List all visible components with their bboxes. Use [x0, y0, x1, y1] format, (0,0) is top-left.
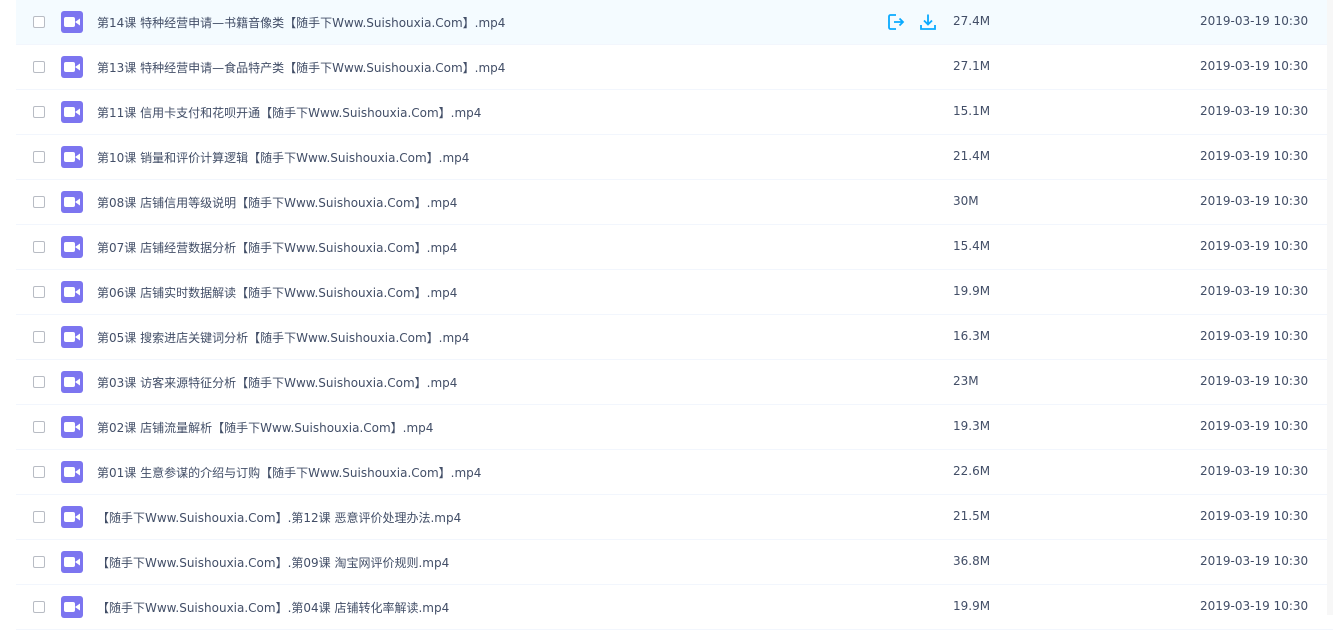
file-name-link[interactable]: 第01课 生意参谋的介绍与订购【随手下Www.Suishouxia.Com】.m… [97, 464, 481, 481]
file-row[interactable]: 第01课 生意参谋的介绍与订购【随手下Www.Suishouxia.Com】.m… [16, 450, 1333, 495]
row-checkbox[interactable] [33, 376, 45, 388]
file-size: 19.3M [953, 419, 991, 433]
video-file-icon [61, 506, 83, 528]
video-file-icon [61, 146, 83, 168]
file-row[interactable]: 第02课 店铺流量解析【随手下Www.Suishouxia.Com】.mp4 19… [16, 405, 1333, 450]
file-name-link[interactable]: 【随手下Www.Suishouxia.Com】.第12课 恶意评价处理办法.mp… [97, 509, 461, 526]
file-modified-date: 2019-03-19 10:30 [1200, 464, 1309, 478]
file-row[interactable]: 【随手下Www.Suishouxia.Com】.第04课 店铺转化率解读.mp4… [16, 585, 1333, 630]
file-modified-date: 2019-03-19 10:30 [1200, 194, 1309, 208]
video-file-icon [61, 191, 83, 213]
file-name-link[interactable]: 第05课 搜索进店关键词分析【随手下Www.Suishouxia.Com】.mp… [97, 329, 469, 346]
file-size: 19.9M [953, 284, 991, 298]
file-size: 16.3M [953, 329, 991, 343]
file-name-link[interactable]: 第02课 店铺流量解析【随手下Www.Suishouxia.Com】.mp4 [97, 419, 433, 436]
file-modified-date: 2019-03-19 10:30 [1200, 554, 1309, 568]
video-file-icon [61, 101, 83, 123]
file-name-link[interactable]: 第11课 信用卡支付和花呗开通【随手下Www.Suishouxia.Com】.m… [97, 104, 481, 121]
file-row[interactable]: 第06课 店铺实时数据解读【随手下Www.Suishouxia.Com】.mp4… [16, 270, 1333, 315]
file-size: 23M [953, 374, 979, 388]
video-file-icon [61, 416, 83, 438]
video-file-icon [61, 236, 83, 258]
video-file-icon [61, 371, 83, 393]
file-name-link[interactable]: 第14课 特种经营申请—书籍音像类【随手下Www.Suishouxia.Com】… [97, 14, 505, 31]
video-file-icon [61, 11, 83, 33]
file-modified-date: 2019-03-19 10:30 [1200, 239, 1309, 253]
row-checkbox[interactable] [33, 556, 45, 568]
video-file-icon [61, 326, 83, 348]
file-row[interactable]: 第14课 特种经营申请—书籍音像类【随手下Www.Suishouxia.Com】… [16, 0, 1333, 45]
file-name-link[interactable]: 第10课 销量和评价计算逻辑【随手下Www.Suishouxia.Com】.mp… [97, 149, 469, 166]
file-name-link[interactable]: 第03课 访客来源特征分析【随手下Www.Suishouxia.Com】.mp4 [97, 374, 457, 391]
file-row[interactable]: 第10课 销量和评价计算逻辑【随手下Www.Suishouxia.Com】.mp… [16, 135, 1333, 180]
download-icon[interactable] [919, 13, 937, 31]
file-modified-date: 2019-03-19 10:30 [1200, 329, 1309, 343]
file-list: 第14课 特种经营申请—书籍音像类【随手下Www.Suishouxia.Com】… [16, 0, 1333, 630]
row-checkbox[interactable] [33, 106, 45, 118]
file-modified-date: 2019-03-19 10:30 [1200, 419, 1309, 433]
file-size: 21.4M [953, 149, 991, 163]
file-size: 19.9M [953, 599, 991, 613]
file-row[interactable]: 第08课 店铺信用等级说明【随手下Www.Suishouxia.Com】.mp4… [16, 180, 1333, 225]
file-row[interactable]: 第13课 特种经营申请—食品特产类【随手下Www.Suishouxia.Com】… [16, 45, 1333, 90]
scrollbar[interactable] [1327, 0, 1333, 615]
file-name-link[interactable]: 【随手下Www.Suishouxia.Com】.第04课 店铺转化率解读.mp4 [97, 599, 449, 616]
file-modified-date: 2019-03-19 10:30 [1200, 599, 1309, 613]
row-checkbox[interactable] [33, 286, 45, 298]
file-modified-date: 2019-03-19 10:30 [1200, 104, 1309, 118]
file-size: 15.1M [953, 104, 991, 118]
row-checkbox[interactable] [33, 601, 45, 613]
file-row[interactable]: 【随手下Www.Suishouxia.Com】.第09课 淘宝网评价规则.mp4… [16, 540, 1333, 585]
row-checkbox[interactable] [33, 151, 45, 163]
row-checkbox[interactable] [33, 331, 45, 343]
file-size: 27.1M [953, 59, 991, 73]
row-checkbox[interactable] [33, 196, 45, 208]
file-size: 22.6M [953, 464, 991, 478]
file-size: 21.5M [953, 509, 991, 523]
file-size: 27.4M [953, 14, 991, 28]
row-checkbox[interactable] [33, 16, 45, 28]
file-modified-date: 2019-03-19 10:30 [1200, 14, 1309, 28]
video-file-icon [61, 281, 83, 303]
row-checkbox[interactable] [33, 511, 45, 523]
file-modified-date: 2019-03-19 10:30 [1200, 509, 1309, 523]
video-file-icon [61, 461, 83, 483]
file-name-link[interactable]: 第07课 店铺经营数据分析【随手下Www.Suishouxia.Com】.mp4 [97, 239, 457, 256]
file-row[interactable]: 第03课 访客来源特征分析【随手下Www.Suishouxia.Com】.mp4… [16, 360, 1333, 405]
file-size: 15.4M [953, 239, 991, 253]
file-modified-date: 2019-03-19 10:30 [1200, 59, 1309, 73]
file-name-link[interactable]: 第06课 店铺实时数据解读【随手下Www.Suishouxia.Com】.mp4 [97, 284, 457, 301]
row-checkbox[interactable] [33, 241, 45, 253]
video-file-icon [61, 56, 83, 78]
row-checkbox[interactable] [33, 421, 45, 433]
file-modified-date: 2019-03-19 10:30 [1200, 149, 1309, 163]
file-name-link[interactable]: 第08课 店铺信用等级说明【随手下Www.Suishouxia.Com】.mp4 [97, 194, 457, 211]
share-icon[interactable] [887, 13, 905, 31]
file-modified-date: 2019-03-19 10:30 [1200, 284, 1309, 298]
file-size: 30M [953, 194, 979, 208]
file-size: 36.8M [953, 554, 991, 568]
row-checkbox[interactable] [33, 466, 45, 478]
file-name-link[interactable]: 【随手下Www.Suishouxia.Com】.第09课 淘宝网评价规则.mp4 [97, 554, 449, 571]
file-modified-date: 2019-03-19 10:30 [1200, 374, 1309, 388]
video-file-icon [61, 551, 83, 573]
file-row[interactable]: 第07课 店铺经营数据分析【随手下Www.Suishouxia.Com】.mp4… [16, 225, 1333, 270]
row-checkbox[interactable] [33, 61, 45, 73]
file-row[interactable]: 第05课 搜索进店关键词分析【随手下Www.Suishouxia.Com】.mp… [16, 315, 1333, 360]
file-row[interactable]: 【随手下Www.Suishouxia.Com】.第12课 恶意评价处理办法.mp… [16, 495, 1333, 540]
file-name-link[interactable]: 第13课 特种经营申请—食品特产类【随手下Www.Suishouxia.Com】… [97, 59, 505, 76]
file-row[interactable]: 第11课 信用卡支付和花呗开通【随手下Www.Suishouxia.Com】.m… [16, 90, 1333, 135]
